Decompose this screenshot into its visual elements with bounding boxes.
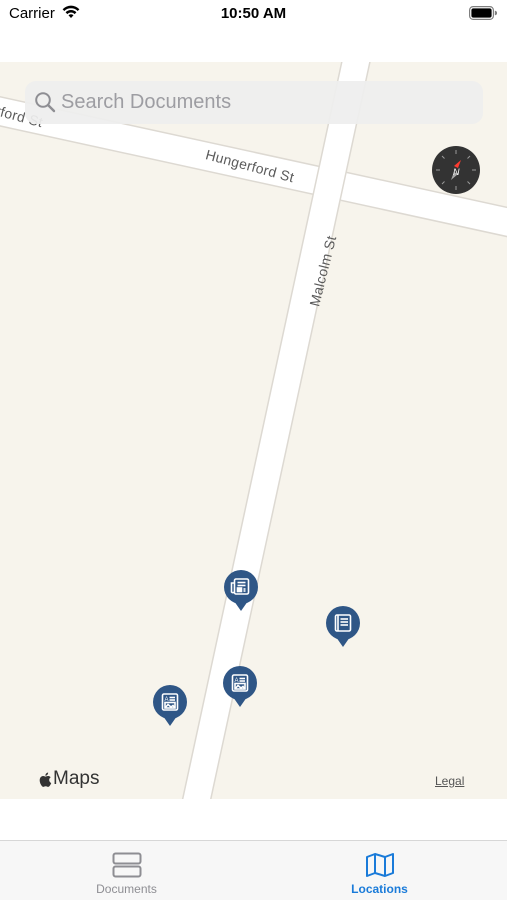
tab-documents-label: Documents [96, 882, 157, 896]
tab-locations[interactable]: Locations [253, 841, 506, 900]
pin-newspaper[interactable] [223, 570, 259, 614]
compass-button[interactable]: N [432, 146, 480, 194]
search-bar[interactable] [25, 81, 483, 124]
tab-documents[interactable]: Documents [0, 841, 253, 900]
maps-attribution: Maps [38, 768, 99, 790]
map-icon [365, 851, 395, 879]
pin-photo-article[interactable]: A [222, 666, 258, 710]
compass-heading: N [453, 167, 460, 177]
search-input[interactable] [61, 81, 471, 124]
pin-photo-article-2[interactable]: A [152, 685, 188, 729]
tab-bar: Documents Locations [0, 840, 507, 900]
search-icon [34, 91, 56, 118]
apple-logo-icon [39, 772, 52, 787]
battery-icon [469, 6, 498, 25]
tab-locations-label: Locations [351, 882, 408, 896]
map-view[interactable]: rford St Hungerford St Malcolm St N [0, 62, 507, 799]
compass-icon: N [436, 150, 476, 190]
status-bar: Carrier 10:50 AM [0, 0, 507, 30]
clock: 10:50 AM [220, 5, 287, 22]
pin-book[interactable] [325, 606, 361, 650]
list-rows-icon [112, 851, 142, 879]
maps-label: Maps [53, 768, 100, 789]
legal-link[interactable]: Legal [435, 774, 464, 788]
